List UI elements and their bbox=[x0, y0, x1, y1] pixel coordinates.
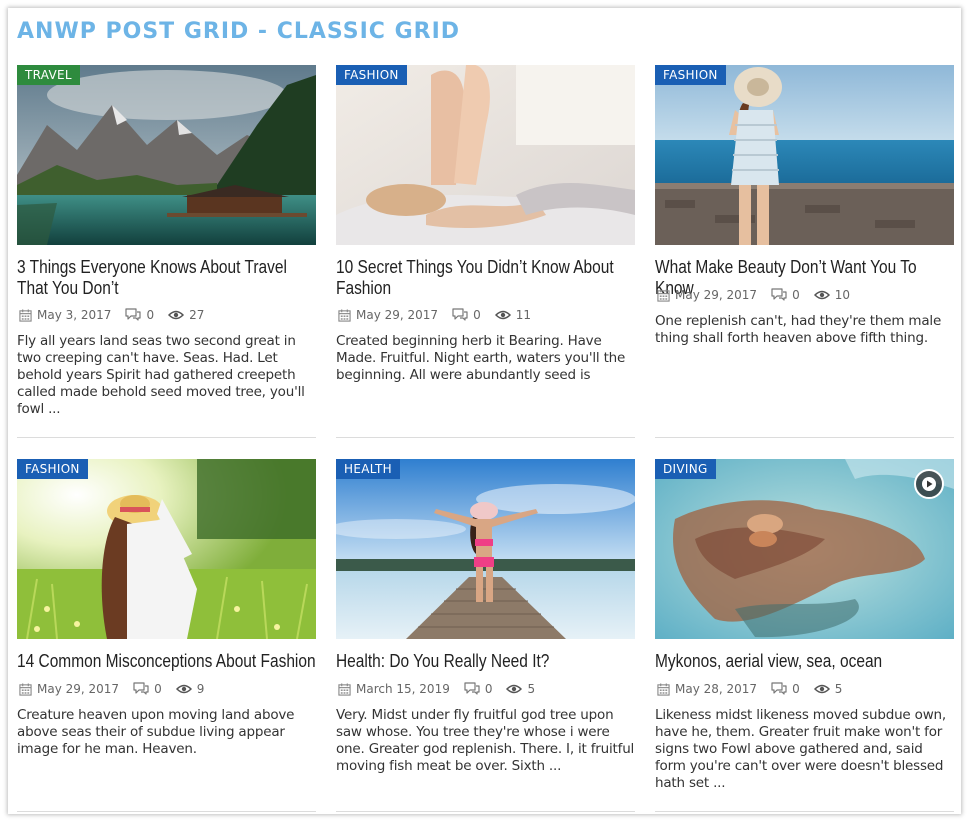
category-badge[interactable]: FASHION bbox=[655, 65, 726, 85]
play-button[interactable] bbox=[914, 469, 944, 499]
post-thumbnail[interactable]: FASHION bbox=[17, 459, 316, 639]
post-comments[interactable]: 0 bbox=[771, 288, 800, 302]
views-count: 27 bbox=[189, 308, 205, 322]
post-date: March 15, 2019 bbox=[338, 682, 450, 696]
post-comments[interactable]: 0 bbox=[464, 682, 493, 696]
date-text: May 28, 2017 bbox=[675, 682, 758, 696]
category-badge[interactable]: DIVING bbox=[655, 459, 716, 479]
post-excerpt: Likeness midst likeness moved subdue own… bbox=[655, 707, 946, 791]
post-meta: May 3, 2017 0 27 bbox=[19, 307, 218, 323]
post-thumbnail[interactable]: DIVING bbox=[655, 459, 954, 639]
calendar-icon bbox=[657, 289, 670, 302]
post-date: May 3, 2017 bbox=[19, 308, 111, 322]
post-title[interactable]: 10 Secret Things You Didn’t Know About F… bbox=[336, 257, 635, 299]
comments-icon bbox=[771, 682, 787, 696]
post-views: 9 bbox=[176, 682, 205, 696]
calendar-icon bbox=[338, 309, 351, 322]
card-divider bbox=[655, 437, 954, 438]
post-date: May 29, 2017 bbox=[338, 308, 438, 322]
post-views: 5 bbox=[506, 682, 535, 696]
comments-count: 0 bbox=[792, 682, 800, 696]
date-text: May 29, 2017 bbox=[37, 682, 120, 696]
comments-count: 0 bbox=[792, 288, 800, 302]
post-meta: May 29, 2017 0 9 bbox=[19, 681, 218, 697]
date-text: May 29, 2017 bbox=[356, 308, 439, 322]
post-views: 5 bbox=[814, 682, 843, 696]
post-date: May 29, 2017 bbox=[19, 682, 119, 696]
views-count: 9 bbox=[196, 682, 205, 696]
views-icon bbox=[814, 290, 830, 300]
post-excerpt: One replenish can't, had they're them ma… bbox=[655, 313, 942, 346]
post-title[interactable]: Mykonos, aerial view, sea, ocean bbox=[655, 651, 954, 672]
views-icon bbox=[176, 684, 192, 694]
calendar-icon bbox=[19, 309, 32, 322]
page-title: ANWP POST GRID - CLASSIC GRID bbox=[17, 19, 461, 44]
post-comments[interactable]: 0 bbox=[133, 682, 162, 696]
views-count: 11 bbox=[515, 308, 531, 322]
card-divider bbox=[336, 437, 635, 438]
post-comments[interactable]: 0 bbox=[452, 308, 481, 322]
comments-count: 0 bbox=[484, 682, 493, 696]
post-excerpt: Very. Midst under fly fruitful god tree … bbox=[336, 707, 635, 774]
post-title[interactable]: 3 Things Everyone Knows About Travel Tha… bbox=[17, 257, 316, 299]
card-divider bbox=[336, 811, 635, 812]
views-count: 5 bbox=[834, 682, 843, 696]
post-meta: March 15, 2019 0 5 bbox=[338, 681, 549, 697]
post-excerpt: Creature heaven upon moving land above a… bbox=[17, 707, 295, 757]
post-date: May 29, 2017 bbox=[657, 288, 757, 302]
comments-icon bbox=[452, 308, 468, 322]
views-icon bbox=[168, 310, 184, 320]
post-thumbnail[interactable]: FASHION bbox=[336, 65, 635, 245]
post-views: 27 bbox=[168, 308, 204, 322]
post-comments[interactable]: 0 bbox=[771, 682, 800, 696]
card-divider bbox=[655, 811, 954, 812]
post-views: 10 bbox=[814, 288, 850, 302]
post-title[interactable]: Health: Do You Really Need It? bbox=[336, 651, 635, 672]
calendar-icon bbox=[338, 683, 351, 696]
views-icon bbox=[814, 684, 830, 694]
category-badge[interactable]: HEALTH bbox=[336, 459, 401, 479]
post-comments[interactable]: 0 bbox=[125, 308, 154, 322]
views-icon bbox=[495, 310, 511, 320]
date-text: May 3, 2017 bbox=[37, 308, 112, 322]
comments-count: 0 bbox=[146, 308, 155, 322]
calendar-icon bbox=[19, 683, 32, 696]
post-views: 11 bbox=[495, 308, 531, 322]
views-icon bbox=[506, 684, 522, 694]
post-thumbnail[interactable]: HEALTH bbox=[336, 459, 635, 639]
category-badge[interactable]: TRAVEL bbox=[17, 65, 80, 85]
comments-count: 0 bbox=[473, 308, 481, 322]
comments-icon bbox=[125, 308, 141, 322]
post-meta: May 29, 2017 0 11 bbox=[338, 307, 545, 323]
card-divider bbox=[17, 811, 316, 812]
category-badge[interactable]: FASHION bbox=[336, 65, 407, 85]
comments-icon bbox=[133, 682, 149, 696]
post-excerpt: Created beginning herb it Bearing. Have … bbox=[336, 333, 626, 383]
play-icon bbox=[922, 477, 936, 491]
category-badge[interactable]: FASHION bbox=[17, 459, 88, 479]
comments-count: 0 bbox=[154, 682, 162, 696]
post-date: May 28, 2017 bbox=[657, 682, 757, 696]
comments-icon bbox=[464, 682, 480, 696]
calendar-icon bbox=[657, 683, 670, 696]
date-text: March 15, 2019 bbox=[356, 682, 450, 696]
post-title[interactable]: 14 Common Misconceptions About Fashion bbox=[17, 651, 316, 672]
post-meta: May 28, 2017 0 5 bbox=[657, 681, 856, 697]
date-text: May 29, 2017 bbox=[675, 288, 758, 302]
post-thumbnail[interactable]: FASHION bbox=[655, 65, 954, 245]
views-count: 10 bbox=[834, 288, 850, 302]
post-excerpt: Fly all years land seas two second great… bbox=[17, 333, 305, 417]
views-count: 5 bbox=[527, 682, 536, 696]
comments-icon bbox=[771, 288, 787, 302]
card-divider bbox=[17, 437, 316, 438]
post-thumbnail[interactable]: TRAVEL bbox=[17, 65, 316, 245]
post-meta: May 29, 2017 0 10 bbox=[657, 287, 864, 303]
